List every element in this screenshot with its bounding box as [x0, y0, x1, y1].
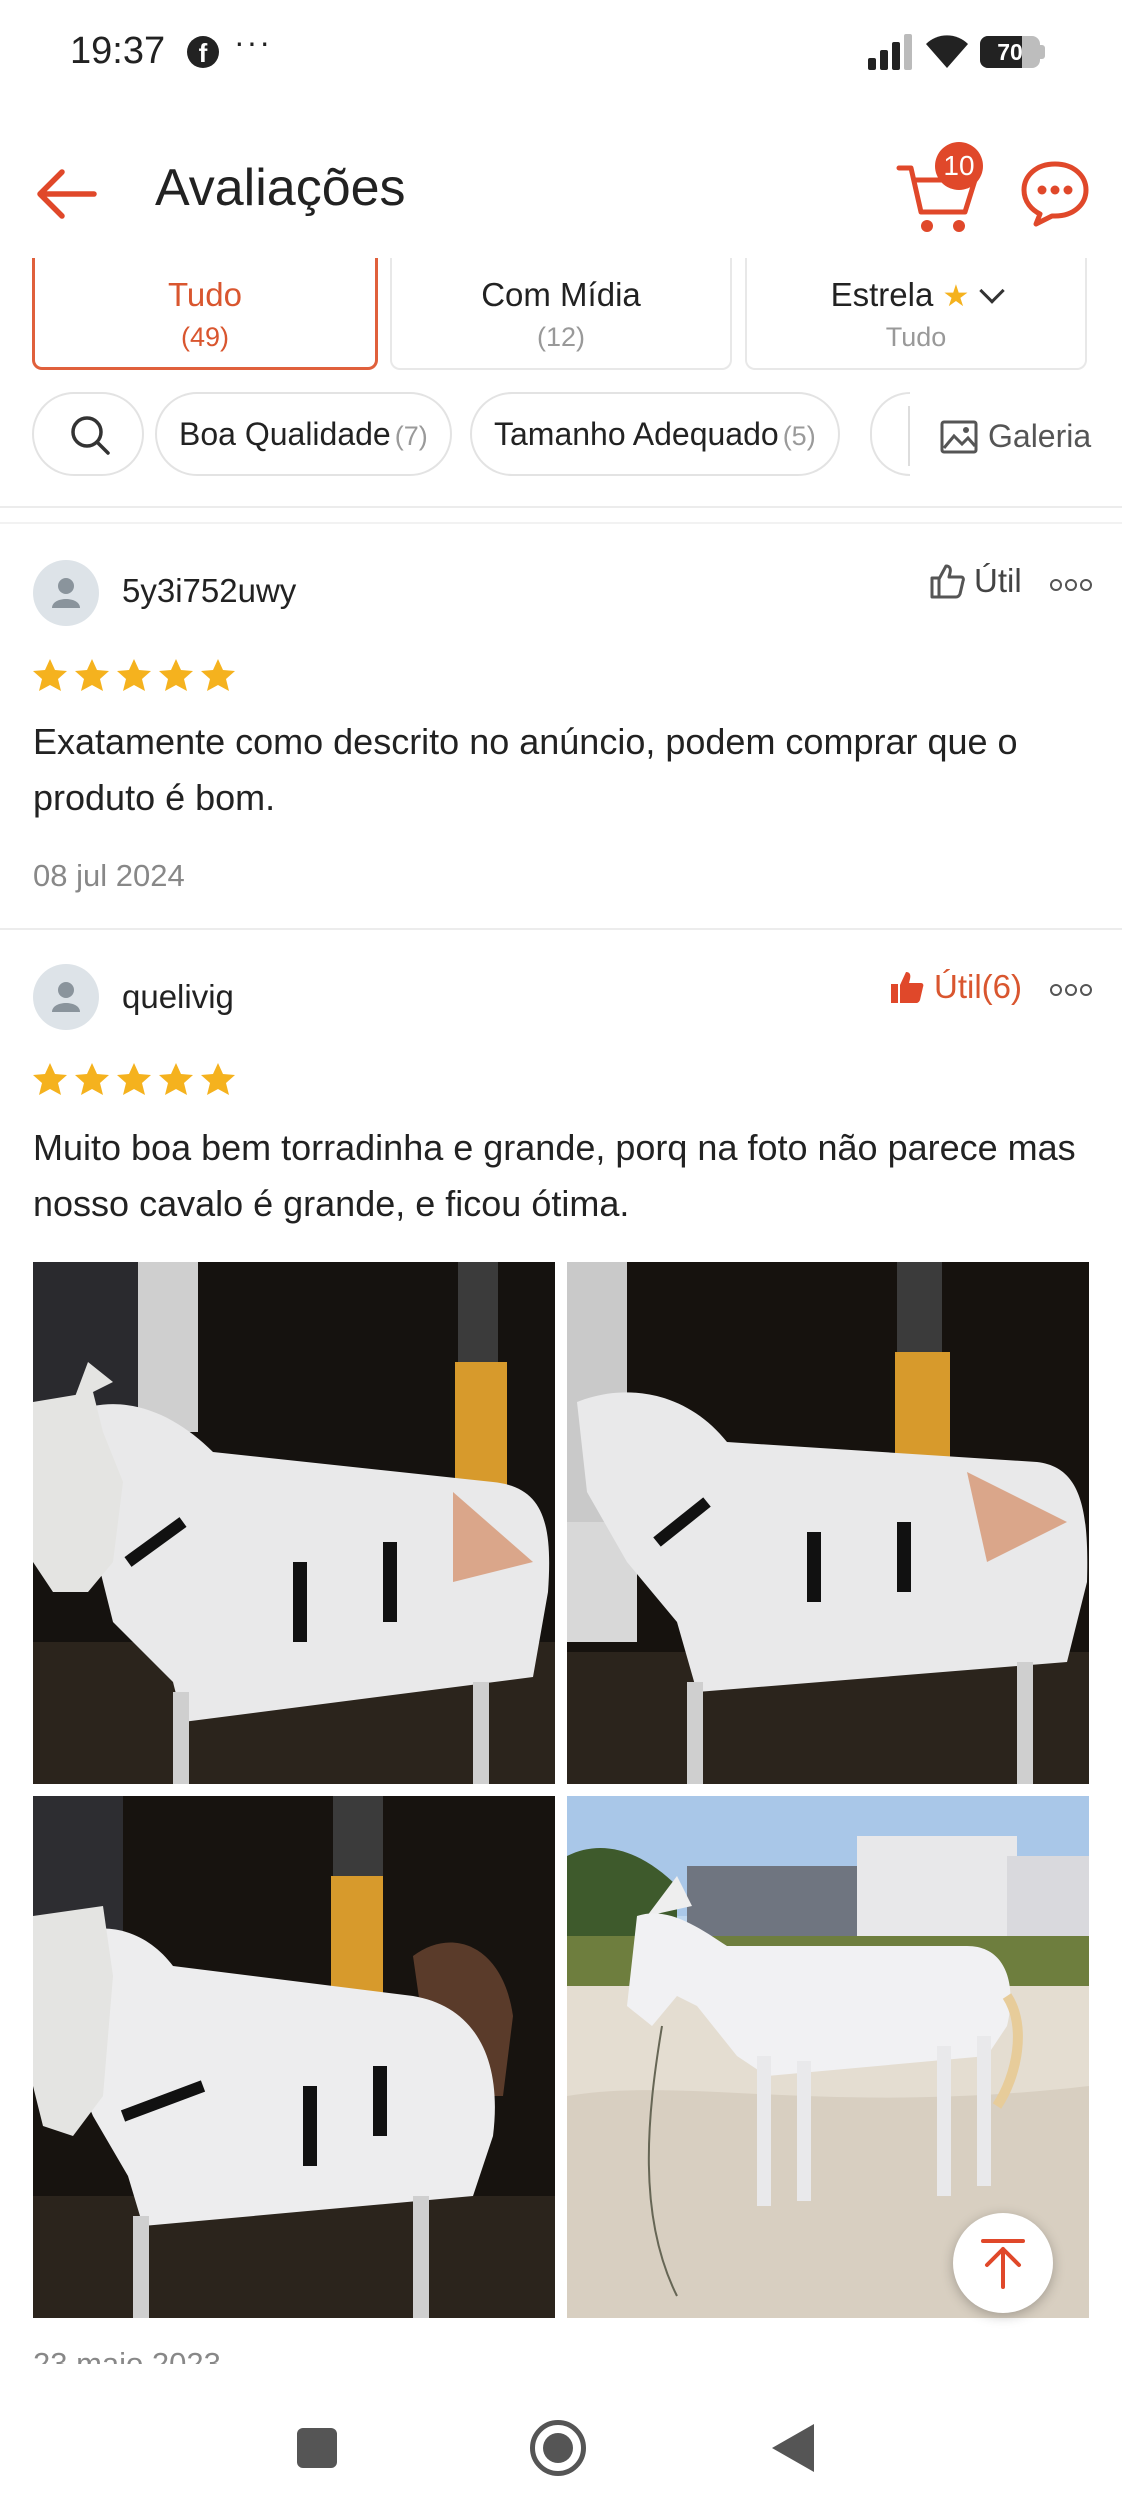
avatar[interactable]	[33, 964, 99, 1030]
avatar[interactable]	[33, 560, 99, 626]
star-icon	[33, 1063, 67, 1095]
tab-all-count: (49)	[180, 322, 229, 352]
star-icon	[117, 659, 151, 691]
home-button[interactable]	[530, 2420, 586, 2476]
facebook-icon: f	[187, 36, 219, 68]
chip-right-size-label: Tamanho Adequado	[494, 416, 779, 452]
search-button[interactable]	[32, 392, 144, 476]
tab-with-media-label: Com Mídia	[481, 276, 641, 313]
tab-with-media[interactable]: Com Mídia (12)	[390, 258, 732, 370]
arrow-up-icon	[981, 2239, 1025, 2289]
tab-all-label: Tudo	[168, 276, 242, 313]
more-notifications-icon: ···	[234, 24, 272, 60]
review-photo[interactable]	[567, 1262, 1089, 1784]
tab-star-rating[interactable]: Estrela ★ Tudo	[745, 258, 1087, 370]
tab-with-media-count: (12)	[536, 322, 585, 352]
chat-icon[interactable]	[1018, 158, 1092, 228]
thumbs-up-icon	[930, 564, 965, 599]
battery-icon: 70	[980, 36, 1046, 68]
user-icon	[52, 982, 80, 1012]
thumbs-up-filled-icon	[891, 972, 924, 1003]
star-icon	[159, 1063, 193, 1095]
more-options-icon[interactable]	[1050, 579, 1094, 593]
helpful-button[interactable]: Útil(6)	[888, 968, 1022, 1006]
review-card: quelivig Útil(6) Muito boa bem torradinh…	[0, 930, 1122, 2380]
app-header: Avaliações 10	[0, 118, 1122, 258]
back-arrow-icon[interactable]	[30, 158, 102, 230]
review-card: 5y3i752uwy Útil Exatamente como descrito…	[0, 524, 1122, 928]
review-text: Exatamente como descrito no anúncio, pod…	[33, 721, 1018, 818]
chip-good-quality[interactable]: Boa Qualidade (7)	[155, 392, 452, 476]
star-icon	[201, 1063, 235, 1095]
review-photo[interactable]	[33, 1796, 555, 2318]
image-icon	[940, 420, 978, 454]
tag-chips-row: Boa Qualidade (7) Tamanho Adequado (5) Gal…	[0, 392, 1122, 482]
star-icon	[159, 659, 193, 691]
status-bar: 19:37 f ··· 70	[0, 0, 1122, 105]
search-icon	[71, 416, 110, 455]
chip-right-size[interactable]: Tamanho Adequado (5)	[470, 392, 840, 476]
recent-apps-button[interactable]	[297, 2428, 337, 2468]
helpful-label: Útil	[974, 562, 1022, 599]
tab-star-value: Tudo	[885, 322, 947, 352]
review-username[interactable]: quelivig	[122, 978, 234, 1016]
divider	[0, 506, 1122, 508]
wifi-icon	[926, 35, 968, 68]
star-icon	[33, 659, 67, 691]
helpful-button[interactable]: Útil	[928, 562, 1022, 600]
review-username[interactable]: 5y3i752uwy	[122, 572, 296, 610]
filter-tabs: Tudo (49) Com Mídia (12) Estrela ★ Tudo	[0, 258, 1122, 373]
system-navigation-bar	[0, 2380, 1122, 2494]
star-icon	[75, 1063, 109, 1095]
review-date: 08 jul 2024	[33, 858, 185, 893]
review-text: Muito boa bem torradinha e grande, porq …	[33, 1127, 1076, 1224]
chip-right-size-count: (5)	[782, 421, 816, 451]
scroll-to-top-button[interactable]	[953, 2213, 1053, 2313]
chip-partial[interactable]	[870, 392, 910, 476]
star-rating	[30, 1060, 240, 1100]
battery-level: 70	[997, 39, 1023, 65]
star-icon: ★	[942, 280, 970, 313]
system-back-button[interactable]	[772, 2424, 814, 2472]
helpful-label: Útil(6)	[934, 968, 1022, 1005]
chevron-down-icon	[979, 278, 1006, 304]
chip-good-quality-count: (7)	[394, 421, 428, 451]
tab-all[interactable]: Tudo (49)	[32, 258, 378, 370]
tab-star-label: Estrela	[830, 276, 934, 313]
star-icon	[75, 659, 109, 691]
page-title: Avaliações	[155, 159, 406, 217]
cart-count-badge: 10	[935, 142, 983, 190]
review-photo[interactable]	[33, 1262, 555, 1784]
more-options-icon[interactable]	[1050, 984, 1094, 998]
gallery-button[interactable]: Galeria	[908, 406, 1092, 466]
chip-good-quality-label: Boa Qualidade	[179, 416, 391, 452]
gallery-label: Galeria	[988, 418, 1092, 454]
status-time: 19:37	[70, 30, 166, 72]
signal-icon	[868, 34, 912, 70]
star-rating	[30, 656, 240, 696]
star-icon	[117, 1063, 151, 1095]
star-icon	[201, 659, 235, 691]
next-review-date: 23 maio 2023	[33, 2346, 221, 2364]
user-icon	[52, 578, 80, 608]
